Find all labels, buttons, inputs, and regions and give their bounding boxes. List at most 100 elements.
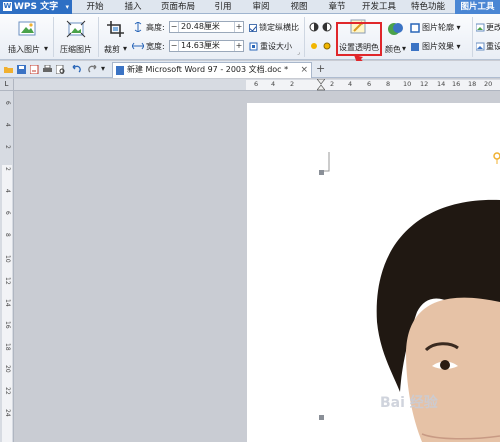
ruler-number: 18 (4, 343, 11, 351)
quick-access-bar: ▾ 新建 Microsoft Word 97 - 2003 文档.doc * ×… (0, 61, 500, 78)
change-picture-label: 更改 (486, 23, 500, 32)
width-increment-button[interactable]: + (234, 41, 243, 51)
tab-developer[interactable]: 开发工具 (358, 0, 400, 14)
tab-sections[interactable]: 章节 (322, 0, 352, 14)
ruler-number: 6 (254, 80, 259, 88)
contrast-increase-icon[interactable] (322, 22, 332, 32)
reset-picture-label: 重设 (486, 42, 500, 51)
ruler-number: 4 (4, 123, 11, 127)
new-tab-button[interactable]: + (316, 62, 325, 75)
ruler-number: 4 (4, 189, 11, 193)
export-pdf-icon[interactable] (30, 65, 39, 74)
document-icon (116, 66, 124, 75)
crop-dropdown-icon[interactable]: ▾ (123, 44, 127, 53)
ruler-number: 8 (4, 233, 11, 237)
ribbon-separator (472, 17, 473, 57)
tab-page-layout[interactable]: 页面布局 (155, 0, 201, 14)
lock-aspect-checkbox[interactable]: 锁定纵横比 (249, 22, 299, 33)
indent-marker-icon[interactable] (317, 79, 325, 91)
ruler-number: 14 (4, 299, 11, 307)
brightness-decrease-icon[interactable] (322, 41, 332, 51)
vertical-ruler[interactable]: 6 4 2 2 4 6 8 10 12 14 16 18 20 22 24 (0, 91, 14, 442)
reset-picture-button[interactable]: 重设 (476, 41, 500, 52)
ruler-number: 12 (420, 80, 429, 88)
print-icon[interactable] (43, 65, 52, 74)
save-icon[interactable] (17, 65, 26, 74)
picture-effects-button[interactable]: 图片效果 ▾ (410, 41, 461, 52)
chevron-down-icon: ▾ (454, 23, 461, 32)
ruler-number: 2 (4, 167, 11, 171)
print-preview-icon[interactable] (56, 65, 65, 74)
checkbox-checked-icon (249, 23, 257, 32)
height-increment-button[interactable]: + (234, 22, 243, 32)
ruler-tab-selector[interactable]: L (0, 79, 14, 91)
color-dropdown-icon[interactable]: ▾ (402, 44, 406, 53)
open-folder-icon[interactable] (4, 65, 13, 74)
ruler-number: 2 (4, 145, 11, 149)
insert-picture-label: 插入图片 (8, 45, 40, 54)
resize-handle[interactable] (319, 170, 324, 175)
width-value: 14.63厘米 (181, 41, 220, 50)
height-input[interactable]: − 20.48厘米 + (169, 21, 244, 33)
app-name: WPS 文字 (14, 2, 59, 12)
document-tab[interactable]: 新建 Microsoft Word 97 - 2003 文档.doc * × (112, 62, 312, 78)
height-value: 20.48厘米 (181, 22, 220, 31)
tab-home[interactable]: 开始 (80, 0, 110, 14)
ribbon-separator (304, 17, 305, 57)
reset-size-button[interactable]: 重设大小 (249, 41, 292, 52)
ruler-number: 8 (386, 80, 391, 88)
insert-picture-icon (18, 21, 36, 36)
ruler-number: 2 (290, 80, 295, 88)
ruler-number: 20 (4, 365, 11, 373)
insert-picture-dropdown-icon[interactable]: ▾ (44, 44, 48, 53)
tab-picture-tools[interactable]: 图片工具 (455, 0, 500, 14)
redo-icon[interactable] (88, 65, 97, 74)
horizontal-ruler[interactable]: 6 4 2 2 4 6 8 10 12 14 16 18 20 (14, 79, 500, 91)
lock-aspect-label: 锁定纵横比 (259, 23, 299, 32)
watermark: Bai 经验 (380, 395, 438, 411)
width-decrement-button[interactable]: − (170, 41, 179, 51)
dialog-launcher-icon[interactable]: ⌟ (297, 49, 300, 56)
picture-outline-button[interactable]: 图片轮廓 ▾ (410, 22, 461, 33)
ruler-number: 10 (4, 255, 11, 263)
menu-bar: W WPS 文字 ▾ 开始 插入 页面布局 引用 审阅 视图 章节 开发工具 特色… (0, 0, 500, 14)
height-label: 高度: (146, 23, 165, 32)
change-picture-button[interactable]: 更改 (476, 22, 500, 33)
tab-references[interactable]: 引用 (208, 0, 238, 14)
ribbon-separator (53, 17, 54, 57)
quick-access-customize-icon[interactable]: ▾ (101, 64, 105, 73)
rotate-handle-icon[interactable] (493, 152, 500, 164)
brightness-increase-icon[interactable] (309, 41, 319, 51)
tab-review[interactable]: 审阅 (246, 0, 276, 14)
crop-label: 裁剪 (104, 45, 120, 54)
ruler-number: 2 (330, 80, 335, 88)
picture-tools-ribbon: 插入图片 ▾ 压缩图片 裁剪 ▾ 高度: − 20.48厘米 + 宽度: − 1… (0, 14, 500, 60)
compress-picture-icon (66, 20, 86, 38)
width-icon (132, 42, 144, 50)
ruler-number: 10 (403, 80, 412, 88)
height-decrement-button[interactable]: − (170, 22, 179, 32)
chevron-down-icon: ▾ (454, 42, 461, 51)
tab-insert[interactable]: 插入 (118, 0, 148, 14)
tab-special-features[interactable]: 特色功能 (405, 0, 451, 14)
wps-menu-button[interactable]: W WPS 文字 ▾ (0, 0, 72, 14)
ribbon-separator (98, 17, 99, 57)
picture-effects-icon (411, 42, 419, 51)
ruler-number: 18 (468, 80, 477, 88)
chevron-down-icon: ▾ (65, 3, 69, 11)
contrast-icon[interactable] (309, 22, 319, 32)
ruler-text-area (246, 80, 500, 90)
tab-view[interactable]: 视图 (284, 0, 314, 14)
resize-handle[interactable] (319, 415, 324, 420)
reset-size-icon (249, 42, 258, 51)
margin-corner-marker (320, 152, 330, 172)
picture-outline-label: 图片轮廓 (422, 23, 454, 32)
ruler-number: 4 (271, 80, 276, 88)
ruler-number: 20 (484, 80, 493, 88)
undo-icon[interactable] (72, 65, 81, 74)
wps-logo-icon: W (3, 2, 12, 11)
ruler-number: 6 (4, 211, 11, 215)
width-input[interactable]: − 14.63厘米 + (169, 40, 244, 52)
close-icon[interactable]: × (300, 63, 308, 77)
reset-picture-icon (476, 42, 485, 51)
